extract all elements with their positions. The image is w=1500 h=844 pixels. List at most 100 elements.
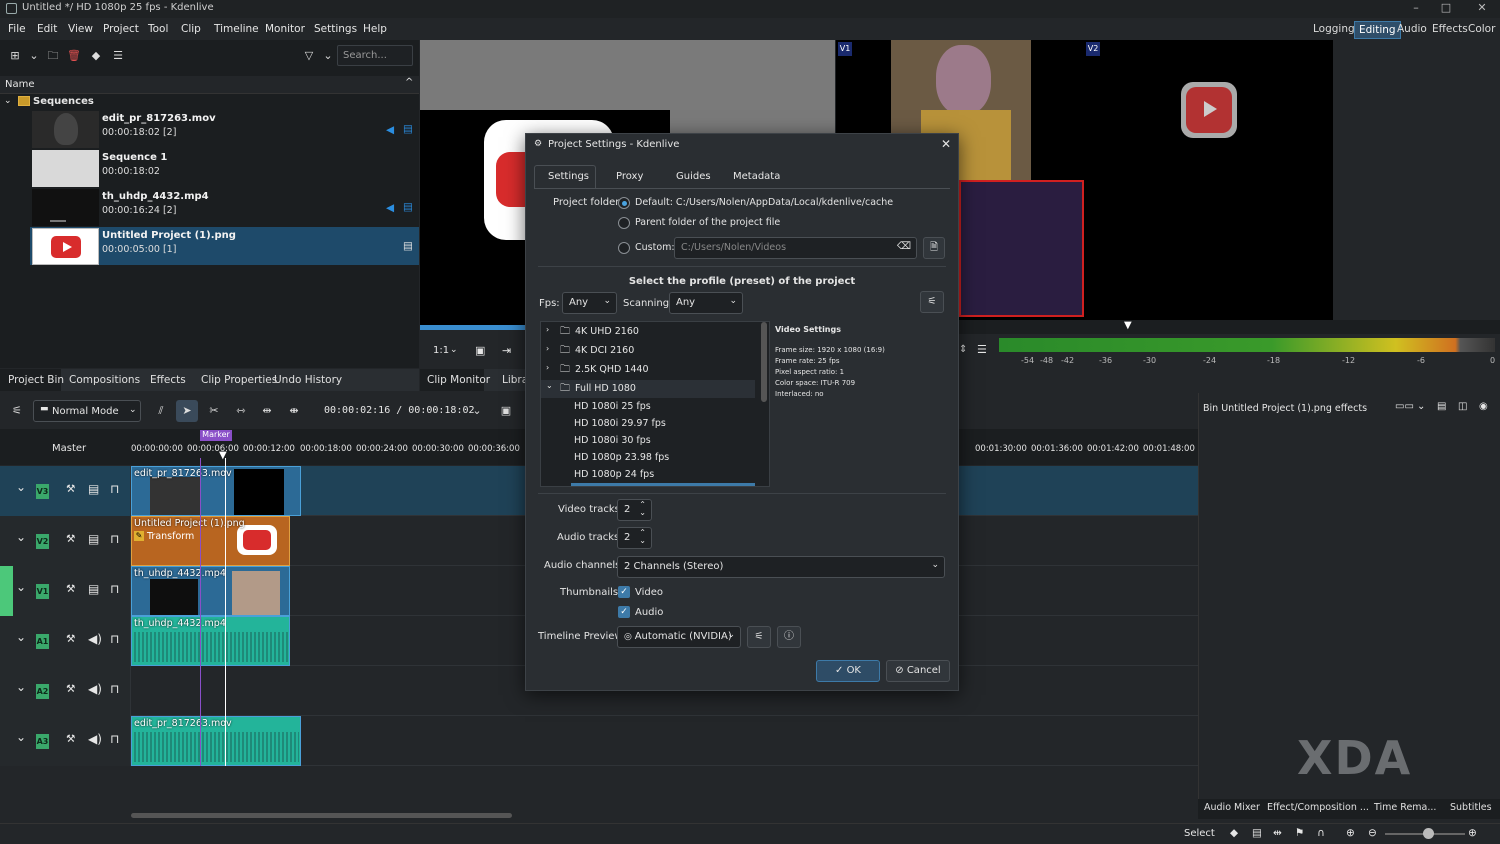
video-thumbnails-checkbox[interactable]: ✓ <box>618 586 630 598</box>
bin-search-input[interactable]: Search... <box>337 45 413 66</box>
info-button[interactable]: ⓘ <box>777 626 801 648</box>
effects-wand-icon[interactable]: ⚒ <box>66 633 75 645</box>
cancel-button[interactable]: ⊘ Cancel <box>886 660 950 682</box>
menu-icon[interactable]: ☰ <box>111 49 125 63</box>
zoom-in-icon[interactable]: ⊕ <box>1468 827 1477 839</box>
add-clip-icon[interactable]: ⊞ <box>8 49 22 63</box>
effects-wand-icon[interactable]: ⚒ <box>66 583 75 595</box>
fit-icon[interactable]: ▣ <box>475 344 485 357</box>
clip-th-uhdp[interactable]: th_uhdp_4432.mp4 <box>131 566 290 616</box>
tag-icon[interactable]: ◆ <box>1230 827 1238 839</box>
clip-edit-pr-audio[interactable]: edit_pr_817263.mov <box>131 716 301 766</box>
audio-tracks-spinbox[interactable]: 2 ⌃ ⌄ <box>617 527 652 549</box>
menu-monitor[interactable]: Monitor <box>265 23 305 35</box>
speaker-icon[interactable]: ◀) <box>88 732 102 746</box>
scanning-select[interactable]: Any ⌄ <box>669 292 743 314</box>
menu-view[interactable]: View <box>68 23 93 35</box>
tab-time-remap[interactable]: Time Rema... <box>1374 802 1436 813</box>
track-a3[interactable]: ⌄ A3 ⚒ ◀) ⊓ edit_pr_817263.mov <box>0 716 1198 766</box>
compare-icon[interactable]: ▭▭ <box>1395 401 1414 412</box>
tree-item[interactable]: › 🗀 2.5K QHD 1440 <box>541 361 755 379</box>
effects-wand-icon[interactable]: ⚒ <box>66 683 75 695</box>
effects-wand-icon[interactable]: ⚒ <box>66 533 75 545</box>
preview-settings-button[interactable]: ⚟ <box>747 626 771 648</box>
filter-icon[interactable]: ▽ <box>302 49 316 63</box>
tab-settings[interactable]: Settings <box>548 171 589 182</box>
tab-guides[interactable]: Guides <box>676 171 711 182</box>
spin-arrows-icon[interactable]: ⌃ ⌄ <box>639 529 646 545</box>
menu-help[interactable]: Help <box>363 23 387 35</box>
tab-audio-mixer[interactable]: Audio Mixer <box>1204 802 1260 813</box>
expand-chevron-icon[interactable]: ⌄ <box>4 96 12 106</box>
clip-edit-pr[interactable]: edit_pr_817263.mov <box>131 466 301 516</box>
menu-project[interactable]: Project <box>103 23 139 35</box>
razor-tool-icon[interactable]: ✂ <box>207 404 221 418</box>
settings-sliders-icon[interactable]: ⚟ <box>10 404 24 418</box>
film-icon[interactable]: ▤ <box>88 532 99 546</box>
zoom-fit-icon[interactable]: ⊕ <box>1346 827 1355 839</box>
tree-item[interactable]: HD 1080i 30 fps <box>541 432 755 450</box>
browse-folder-button[interactable]: 🗎 <box>923 237 945 259</box>
tree-item[interactable]: › 🗀 4K UHD 2160 <box>541 323 755 341</box>
magnet-icon[interactable]: ∩ <box>1317 827 1325 839</box>
layout-logging[interactable]: Logging <box>1309 21 1359 37</box>
effects-wand-icon[interactable]: ⚒ <box>66 483 75 495</box>
timeline-scrollbar[interactable] <box>131 813 512 818</box>
menu-icon[interactable]: ☰ <box>977 343 987 356</box>
film-icon[interactable]: ▤ <box>88 582 99 596</box>
timeline-preview-select[interactable]: ◎ Automatic (NVIDIA) ⌄ <box>617 626 741 648</box>
edit-mode-select[interactable]: ▬ Normal Mode ⌄ <box>33 400 141 422</box>
tab-effect-composition[interactable]: Effect/Composition ... <box>1267 802 1369 813</box>
tab-metadata[interactable]: Metadata <box>733 171 780 182</box>
tab-project-bin[interactable]: Project Bin <box>8 374 64 386</box>
tab-clip-monitor[interactable]: Clip Monitor <box>427 374 490 386</box>
lock-icon[interactable]: ⊓ <box>110 582 119 596</box>
zoom-chevron-icon[interactable]: ⌄ <box>450 345 458 355</box>
lock-icon[interactable]: ⊓ <box>110 532 119 546</box>
radio-parent-folder[interactable] <box>618 217 630 229</box>
bin-column-header[interactable]: Name ^ <box>0 76 419 94</box>
collapse-chevron-icon[interactable]: ⌄ <box>16 580 26 594</box>
audio-thumbnails-checkbox[interactable]: ✓ <box>618 606 630 618</box>
timeline-settings-icon[interactable]: ▣ <box>499 404 513 418</box>
marker-label[interactable]: Marker <box>200 430 232 441</box>
menu-edit[interactable]: Edit <box>37 23 57 35</box>
tab-proxy[interactable]: Proxy <box>616 171 643 182</box>
clip-th-uhdp-audio[interactable]: th_uhdp_4432.mp4 <box>131 616 290 666</box>
tab-compositions[interactable]: Compositions <box>69 374 140 386</box>
filter-chevron-icon[interactable]: ⌄ <box>321 49 335 63</box>
speaker-icon[interactable]: ◀) <box>88 682 102 696</box>
menu-file[interactable]: File <box>8 23 26 35</box>
video-tracks-spinbox[interactable]: 2 ⌃ ⌄ <box>617 499 652 521</box>
sort-up-icon[interactable]: ^ <box>405 77 413 88</box>
select-tool-icon[interactable]: ➤ <box>180 404 194 418</box>
split-view-icon[interactable]: ◫ <box>1458 401 1467 412</box>
playhead-icon[interactable]: ▼ <box>1124 320 1132 331</box>
zoom-spin-icon[interactable]: ⇕ <box>959 344 967 355</box>
timecode-display[interactable]: 00:00:02:16 / 00:00:18:02 <box>324 405 475 416</box>
zoom-slider-handle[interactable] <box>1423 828 1434 839</box>
effects-wand-icon[interactable]: ⚒ <box>66 733 75 745</box>
collapse-chevron-icon[interactable]: ⌄ <box>16 630 26 644</box>
minimize-icon[interactable]: – <box>1408 1 1424 17</box>
tab-effects[interactable]: Effects <box>150 374 186 386</box>
chevron-down-icon[interactable]: ⌄ <box>27 49 41 63</box>
zoom-select[interactable]: 1:1 <box>433 345 449 356</box>
tree-scrollbar[interactable] <box>761 322 767 402</box>
menu-tool[interactable]: Tool <box>148 23 168 35</box>
save-icon[interactable]: ▤ <box>1437 401 1446 412</box>
in-point-icon[interactable]: ⇥ <box>502 344 511 357</box>
collapse-chevron-icon[interactable]: ⌄ <box>16 480 26 494</box>
tree-item[interactable]: HD 1080i 29.97 fps <box>541 415 755 433</box>
collapse-chevron-icon[interactable]: ⌄ <box>16 680 26 694</box>
delete-icon[interactable]: 🗑 <box>67 49 81 63</box>
fps-select[interactable]: Any ⌄ <box>562 292 617 314</box>
tree-item[interactable]: › 🗀 4K DCI 2160 <box>541 342 755 360</box>
menu-settings[interactable]: Settings <box>314 23 357 35</box>
bin-item[interactable]: th_uhdp_4432.mp4 00:00:16:24 [2] ◀ ▤ <box>30 188 419 226</box>
radio-custom[interactable] <box>618 242 630 254</box>
menu-clip[interactable]: Clip <box>181 23 201 35</box>
film-icon[interactable]: ▤ <box>88 482 99 496</box>
maximize-icon[interactable]: □ <box>1438 1 1454 17</box>
bin-item-selected[interactable]: Untitled Project (1).png 00:00:05:00 [1]… <box>30 227 419 265</box>
